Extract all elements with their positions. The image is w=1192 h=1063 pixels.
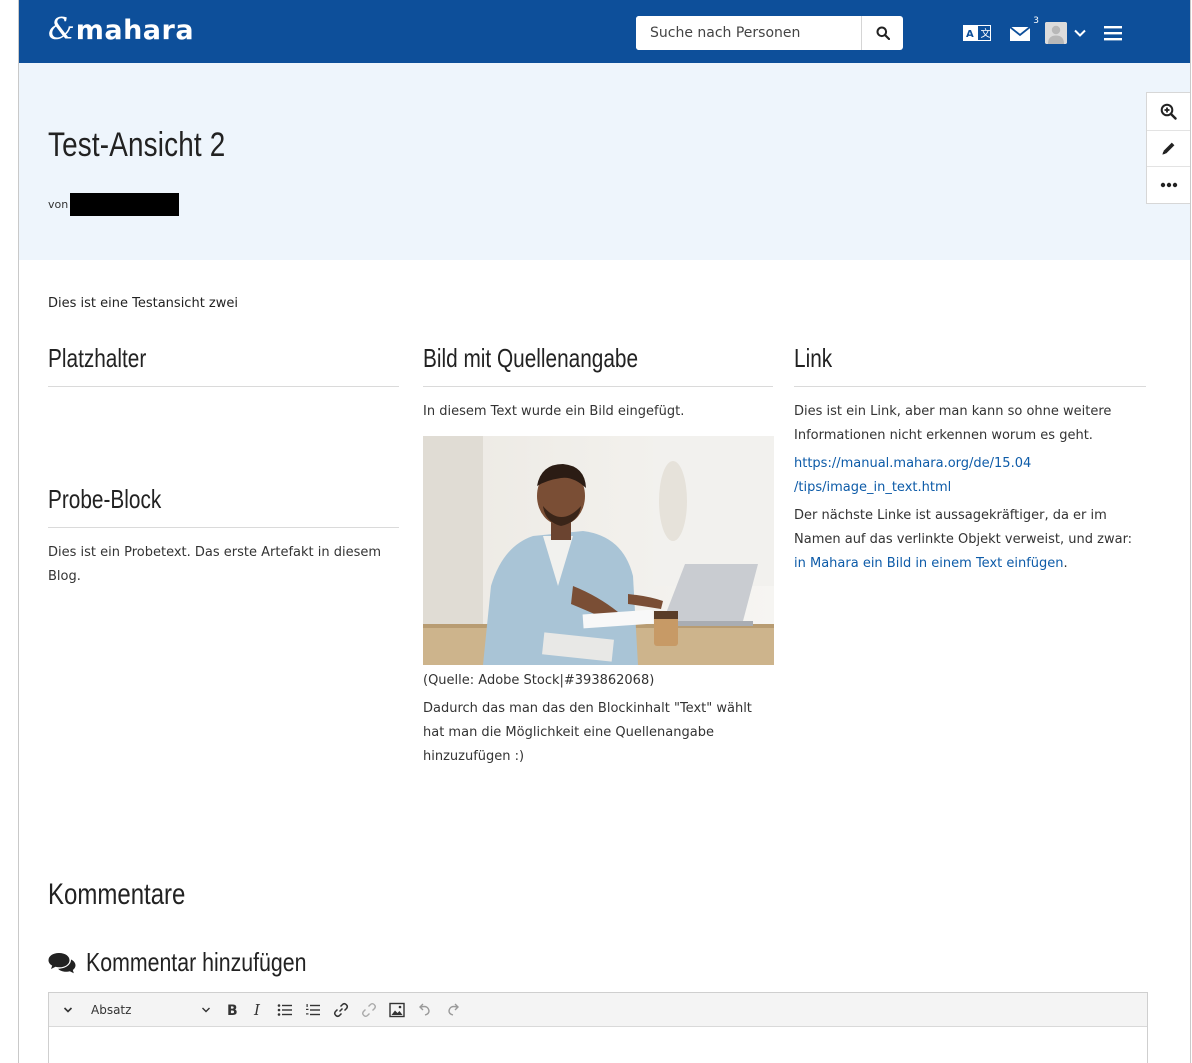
redo-button[interactable]: [445, 999, 461, 1021]
bold-button[interactable]: B: [225, 999, 239, 1021]
block-title-bild: Bild mit Quellenangabe: [423, 343, 639, 373]
author-prefix: von: [48, 198, 69, 211]
mahara-logo[interactable]: & mahara: [48, 10, 194, 50]
undo-icon: [419, 1003, 430, 1016]
svg-text:文: 文: [981, 27, 991, 40]
comments-heading: Kommentare: [48, 878, 186, 911]
more-icon: [1160, 182, 1177, 188]
svg-text:I: I: [253, 1002, 261, 1018]
inbox-button[interactable]: 3: [1009, 16, 1039, 43]
author-line: von: [48, 193, 180, 216]
language-button[interactable]: A 文: [963, 25, 991, 41]
link-block-text: Dies ist ein Link, aber man kann so ohne…: [794, 404, 1112, 443]
page-description: Dies ist eine Testansicht zwei: [48, 296, 238, 311]
editor-text-area[interactable]: [49, 1027, 1147, 1063]
format-select-value: Absatz: [91, 1002, 132, 1017]
mail-icon: [1009, 26, 1031, 41]
chevron-down-icon: [202, 1007, 210, 1012]
menu-icon: [1104, 26, 1122, 41]
people-search: [636, 16, 903, 50]
user-menu-toggle[interactable]: [1073, 26, 1087, 40]
manual-url-part2[interactable]: /tips/image_in_text.html: [794, 480, 951, 495]
divider: [423, 386, 773, 387]
placeholder-block-body: [48, 387, 399, 481]
numbered-list-icon: [306, 1003, 320, 1015]
page-tools: [1146, 92, 1190, 204]
manual-url-link: https://manual.mahara.org/de/15.04 /tips…: [794, 452, 1146, 500]
svg-text:A: A: [966, 29, 974, 40]
main-menu-button[interactable]: [1103, 24, 1123, 42]
column-middle: Bild mit Quellenangabe In diesem Text wu…: [423, 340, 774, 769]
comment-editor: Absatz B I: [48, 992, 1148, 1063]
probe-block-text: Dies ist ein Probetext. Das erste Artefa…: [48, 545, 382, 584]
user-icon: [1045, 22, 1067, 44]
logo-mark: &: [48, 12, 75, 47]
unlink-button[interactable]: [361, 999, 377, 1021]
page-title: Test-Ansicht 2: [48, 126, 226, 164]
logo-wordmark: mahara: [75, 14, 195, 46]
column-right: Link Dies ist ein Link, aber man kann so…: [794, 340, 1146, 576]
divider: [794, 386, 1146, 387]
toolbar-toggle-button[interactable]: [63, 999, 73, 1021]
unlink-icon: [362, 1002, 376, 1017]
block-title-link: Link: [794, 343, 833, 373]
redo-icon: [448, 1003, 459, 1016]
descriptive-link[interactable]: in Mahara ein Bild in einem Text einfüge…: [794, 556, 1064, 571]
search-button[interactable]: [861, 16, 903, 50]
block-title-probe: Probe-Block: [48, 484, 162, 514]
undo-button[interactable]: [417, 999, 433, 1021]
bullet-list-button[interactable]: [277, 999, 293, 1021]
descriptive-link-lead: Der nächste Linke ist aussagekräftiger, …: [794, 508, 1133, 547]
bullet-list-icon: [277, 1003, 292, 1016]
add-comment-heading: Kommentar hinzufügen: [48, 947, 355, 978]
zoom-button[interactable]: [1147, 93, 1190, 130]
bold-icon: B: [227, 1003, 238, 1018]
language-icon: A 文: [963, 25, 991, 41]
redacted-author-name: [70, 193, 180, 216]
descriptive-link-end: .: [1063, 556, 1068, 571]
italic-icon: I: [253, 1002, 261, 1018]
manual-url-part1[interactable]: https://manual.mahara.org/de/15.04: [794, 456, 1031, 471]
edit-pencil-icon: [1162, 142, 1175, 155]
block-title-platzhalter: Platzhalter: [48, 343, 147, 373]
embedded-photo: [423, 436, 774, 665]
top-navigation-bar: & mahara A 文: [19, 0, 1190, 63]
divider: [48, 527, 399, 528]
unread-count-badge: 3: [1033, 16, 1039, 26]
svg-text:B: B: [227, 1003, 238, 1018]
column-left: Platzhalter Probe-Block Dies ist ein Pro…: [48, 340, 399, 589]
avatar[interactable]: [1045, 22, 1067, 44]
header-actions: A 文 3: [963, 16, 1123, 48]
more-options-button[interactable]: [1147, 166, 1190, 203]
image-explanation-text: Dadurch das man das den Blockinhalt "Tex…: [423, 701, 752, 764]
search-icon: [876, 26, 890, 40]
add-comment-label: Kommentar hinzufügen: [86, 947, 307, 977]
numbered-list-button[interactable]: [305, 999, 321, 1021]
page-frame: & mahara A 文: [18, 0, 1191, 1063]
image-icon: [389, 1002, 405, 1017]
descriptive-link-paragraph: Der nächste Linke ist aussagekräftiger, …: [794, 504, 1146, 576]
insert-link-button[interactable]: [333, 999, 349, 1021]
search-input[interactable]: [636, 16, 861, 50]
chevron-down-icon: [63, 1006, 73, 1013]
paragraph-format-select[interactable]: Absatz: [91, 999, 211, 1021]
insert-image-button[interactable]: [389, 999, 405, 1021]
zoom-in-icon: [1160, 103, 1177, 120]
italic-button[interactable]: I: [251, 999, 265, 1021]
photo-man-at-laptop: [423, 436, 774, 665]
edit-button[interactable]: [1147, 129, 1190, 167]
image-intro-text: In diesem Text wurde ein Bild eingefügt.: [423, 404, 685, 419]
comments-icon: [48, 952, 76, 973]
image-source-caption: (Quelle: Adobe Stock|#393862068): [423, 673, 655, 688]
editor-toolbar: Absatz B I: [49, 993, 1147, 1027]
chevron-down-icon: [1074, 29, 1086, 37]
link-icon: [333, 1002, 349, 1017]
